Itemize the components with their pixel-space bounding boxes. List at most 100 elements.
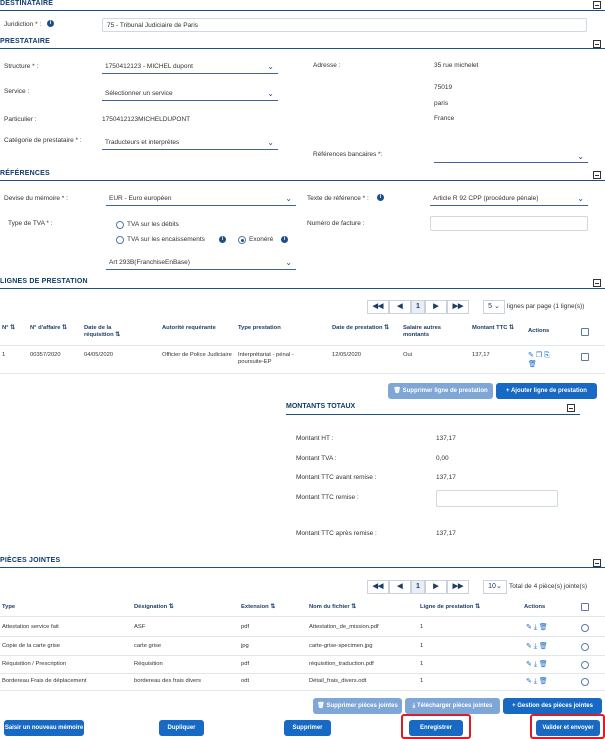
chevron-down-icon: ⌄ — [285, 194, 292, 203]
montant-ttc-apres-value: 137,17 — [436, 530, 456, 537]
ref-bancaires-select[interactable]: ⌄ — [434, 151, 588, 163]
per-page-select[interactable]: 10⌄ — [483, 580, 507, 594]
texte-ref-label: Texte de référence * : — [307, 195, 369, 202]
add-line-button[interactable]: + Ajouter ligne de prestation — [496, 383, 597, 399]
montant-ttc-remise-input[interactable] — [436, 490, 558, 507]
edit-icon[interactable]: ✎ — [526, 678, 532, 685]
cell-designation: Réquisition — [134, 661, 163, 667]
article-select[interactable]: Art 293B(FranchiseEnBase) ⌄ — [106, 257, 296, 270]
delete-pieces-button[interactable]: 🗑 Supprimer pièces jointes — [313, 698, 402, 714]
edit-icon[interactable]: ✎ — [526, 643, 532, 650]
col-header-extension[interactable]: Extension ⇅ — [241, 604, 275, 611]
cell-extension: odt — [241, 678, 250, 684]
numero-facture-input[interactable] — [430, 216, 588, 231]
trash-icon[interactable]: 🗑 — [539, 643, 548, 650]
attach-icon[interactable]: ⎘ — [544, 352, 550, 359]
devise-select[interactable]: EUR - Euro européen ⌄ — [106, 193, 296, 206]
duplicate-button[interactable]: Dupliquer — [159, 720, 204, 736]
categorie-select[interactable]: Traducteurs et interprètes ⌄ — [102, 137, 278, 150]
structure-label: Structure * : — [4, 63, 39, 70]
edit-icon[interactable]: ✎ — [526, 661, 532, 668]
adresse-line1: 35 rue michelet — [434, 62, 479, 69]
edit-icon[interactable]: ✎ — [526, 624, 532, 631]
save-button[interactable]: Enregistrer — [409, 720, 463, 736]
table-divider — [0, 673, 605, 674]
cell-designation: bordereau des frais divers — [134, 678, 202, 684]
radio-tva-debits[interactable] — [116, 221, 124, 229]
trash-icon[interactable]: 🗑 — [539, 661, 548, 668]
copy-icon[interactable]: ❐ — [536, 352, 542, 359]
row-checkbox[interactable] — [581, 643, 589, 651]
type-tva-label: Type de TVA * : — [8, 220, 53, 227]
row-checkbox[interactable] — [581, 353, 589, 361]
pager-prev-button[interactable]: ◀ — [389, 580, 411, 594]
numero-facture-label: Numéro de facture : — [307, 220, 365, 227]
montant-ht-label: Montant HT : — [296, 435, 334, 442]
manage-pieces-button[interactable]: + Gestion des pièces jointes — [503, 698, 602, 714]
col-header-montant-ttc[interactable]: Montant TTC ⇅ — [472, 325, 520, 332]
pager-first-button[interactable]: ◀◀ — [367, 300, 389, 314]
new-memoire-button[interactable]: Saisir un nouveau mémoire — [4, 720, 84, 736]
row-checkbox[interactable] — [581, 678, 589, 686]
validate-send-button[interactable]: Valider et envoyer — [536, 720, 600, 736]
info-icon[interactable]: i — [281, 236, 288, 243]
col-header-autorite: Autorité requérante — [162, 325, 216, 331]
pager-prev-button[interactable]: ◀ — [389, 300, 411, 314]
info-icon[interactable]: i — [219, 236, 226, 243]
row-actions: ✎ ⤓ 🗑 — [526, 623, 548, 632]
select-all-checkbox[interactable] — [581, 603, 589, 611]
trash-icon[interactable]: 🗑 — [528, 361, 537, 368]
col-header-affaire[interactable]: N° d'affaire ⇅ — [30, 325, 78, 332]
info-icon[interactable]: i — [47, 20, 54, 27]
download-icon[interactable]: ⤓ — [534, 661, 537, 668]
cell-extension: jpg — [241, 643, 249, 649]
radio-exonere[interactable] — [238, 236, 246, 244]
radio-tva-encaissements[interactable] — [116, 236, 124, 244]
collapse-icon[interactable] — [593, 559, 601, 567]
service-select[interactable]: Sélectionner un service ⌄ — [102, 88, 278, 101]
download-icon[interactable]: ⤓ — [534, 624, 537, 631]
delete-button[interactable]: Supprimer — [284, 720, 331, 736]
categorie-label: Catégorie de prestataire * : — [4, 137, 82, 144]
col-header-designation[interactable]: Désignation ⇅ — [134, 604, 174, 611]
info-icon[interactable]: i — [377, 194, 384, 201]
download-icon[interactable]: ⤓ — [534, 643, 537, 650]
per-page-select[interactable]: 5 ⌄ — [483, 300, 505, 314]
collapse-icon[interactable] — [593, 40, 601, 48]
cell-type: Copie de la carte grise — [2, 643, 61, 649]
cell-extension: pdf — [241, 661, 250, 667]
row-checkbox[interactable] — [581, 661, 589, 669]
cell-ligne-prestation: 1 — [420, 624, 424, 630]
collapse-icon[interactable] — [593, 171, 601, 179]
cell-extension: pdf — [241, 624, 250, 630]
delete-line-button[interactable]: 🗑 Supprimer ligne de prestation — [388, 383, 493, 399]
texte-ref-select[interactable]: Article R 92 CPP (procédure pénale) ⌄ — [430, 193, 588, 206]
pager-page-current[interactable]: 1 — [411, 580, 425, 594]
download-pieces-button[interactable]: ⤓ Télécharger pièces jointes — [405, 698, 500, 714]
edit-icon[interactable]: ✎ — [528, 352, 534, 359]
col-header-date-prestation[interactable]: Date de prestation ⇅ — [332, 325, 392, 332]
trash-icon[interactable]: 🗑 — [539, 624, 548, 631]
pager-last-button[interactable]: ▶▶ — [447, 300, 469, 314]
juridiction-input[interactable]: 75 - Tribunal Judiciaire de Paris — [102, 18, 587, 32]
download-icon[interactable]: ⤓ — [534, 678, 537, 685]
structure-select[interactable]: 1750412123 - MICHEL dupont ⌄ — [102, 61, 278, 74]
trash-icon[interactable]: 🗑 — [539, 678, 548, 685]
select-all-checkbox[interactable] — [581, 328, 589, 336]
pager-last-button[interactable]: ▶▶ — [447, 580, 469, 594]
col-header-date-requisition[interactable]: Date de la réquisition ⇅ — [84, 325, 132, 339]
pager-next-button[interactable]: ▶ — [425, 580, 447, 594]
collapse-icon[interactable] — [593, 1, 601, 9]
col-header-nom-fichier[interactable]: Nom du fichier ⇅ — [309, 604, 356, 611]
section-prestataire: PRESTATAIRE — [0, 38, 605, 49]
collapse-icon[interactable] — [593, 279, 601, 287]
col-header-num[interactable]: N° ⇅ — [2, 325, 24, 332]
collapse-icon[interactable] — [567, 404, 575, 412]
section-title: LIGNES DE PRESTATION — [0, 278, 88, 285]
row-checkbox[interactable] — [581, 624, 589, 632]
pager-next-button[interactable]: ▶ — [425, 300, 447, 314]
pager-first-button[interactable]: ◀◀ — [367, 580, 389, 594]
pager-page-current[interactable]: 1 — [411, 300, 425, 314]
col-header-ligne-prestation[interactable]: Ligne de prestation ⇅ — [420, 604, 480, 611]
adresse-line2: 75019 — [434, 84, 453, 91]
